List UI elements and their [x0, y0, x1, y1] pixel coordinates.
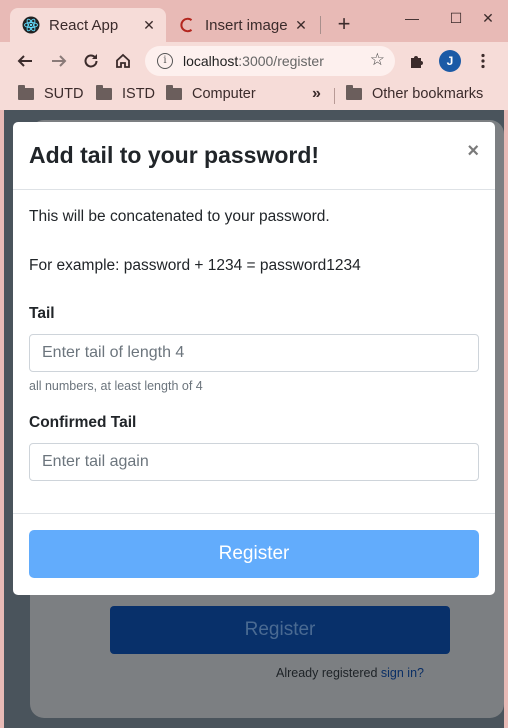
add-tail-modal: Add tail to your password! × This will b… — [13, 122, 495, 595]
sign-in-link: sign in? — [380, 666, 424, 680]
register-button[interactable]: Register — [29, 530, 479, 578]
home-icon[interactable] — [112, 50, 134, 72]
bookmarks-overflow-icon[interactable]: » — [312, 85, 321, 103]
tail-label: Tail — [29, 305, 55, 322]
more-menu-icon[interactable] — [472, 50, 494, 72]
tab-bar: React App ✕ Insert image ✕ + — ☐ ✕ — [0, 0, 508, 42]
bookmark-other[interactable]: Other bookmarks — [346, 85, 484, 102]
url-path: :3000/register — [238, 53, 324, 69]
window-close-icon[interactable]: ✕ — [478, 10, 498, 27]
address-bar[interactable]: i localhost:3000/register ☆ — [145, 46, 395, 76]
bookmark-label: SUTD — [44, 86, 84, 102]
folder-icon — [96, 85, 112, 100]
tab-separator — [320, 16, 321, 34]
bookmarks-separator — [334, 88, 335, 104]
minimize-icon[interactable]: — — [402, 10, 422, 26]
info-icon[interactable]: i — [157, 53, 173, 69]
already-registered-text: Already registered sign in? — [276, 666, 424, 680]
forward-icon[interactable] — [48, 50, 70, 72]
tail-help-text: all numbers, at least length of 4 — [29, 379, 203, 393]
bookmark-label: Other bookmarks — [372, 86, 484, 102]
folder-icon — [18, 85, 34, 100]
browser-toolbar: i localhost:3000/register ☆ J — [0, 42, 508, 80]
confirm-tail-label: Confirmed Tail — [29, 414, 137, 431]
already-registered-label: Already registered — [275, 666, 381, 680]
modal-header: Add tail to your password! × — [13, 122, 495, 190]
background-register-button: Register — [110, 606, 450, 654]
site-c-icon — [178, 16, 196, 34]
tab-label: React App — [49, 16, 119, 34]
close-tab-icon[interactable]: ✕ — [140, 16, 158, 34]
maximize-icon[interactable]: ☐ — [446, 10, 466, 27]
url-host: localhost — [183, 53, 239, 69]
back-icon[interactable] — [14, 50, 36, 72]
example-text: For example: password + 1234 = password1… — [29, 257, 361, 274]
new-tab-icon[interactable]: + — [332, 12, 356, 38]
bookmark-label: Computer — [192, 86, 256, 102]
close-icon[interactable]: × — [467, 140, 479, 163]
tab-react-app[interactable]: React App ✕ — [10, 8, 166, 42]
tab-insert-image[interactable]: Insert image ✕ — [168, 8, 318, 42]
bookmark-sutd[interactable]: SUTD — [18, 85, 84, 102]
folder-icon — [346, 85, 362, 100]
star-icon[interactable]: ☆ — [370, 50, 385, 70]
reload-icon[interactable] — [80, 50, 102, 72]
bookmark-computer[interactable]: Computer — [166, 85, 256, 102]
modal-title: Add tail to your password! — [29, 142, 320, 168]
bookmark-label: ISTD — [122, 86, 156, 102]
folder-icon — [166, 85, 182, 100]
intro-text: This will be concatenated to your passwo… — [29, 208, 330, 225]
close-tab-icon[interactable]: ✕ — [292, 16, 310, 34]
bookmarks-bar: SUTD ISTD Computer » Other bookmarks — [0, 80, 508, 110]
react-icon — [22, 16, 40, 34]
confirm-tail-input[interactable] — [29, 443, 479, 481]
tab-label: Insert image — [205, 16, 288, 34]
profile-avatar[interactable]: J — [439, 50, 461, 72]
tail-input[interactable] — [29, 334, 479, 372]
modal-body: This will be concatenated to your passwo… — [13, 190, 495, 514]
bookmark-istd[interactable]: ISTD — [96, 85, 156, 102]
extensions-icon[interactable] — [406, 50, 428, 72]
